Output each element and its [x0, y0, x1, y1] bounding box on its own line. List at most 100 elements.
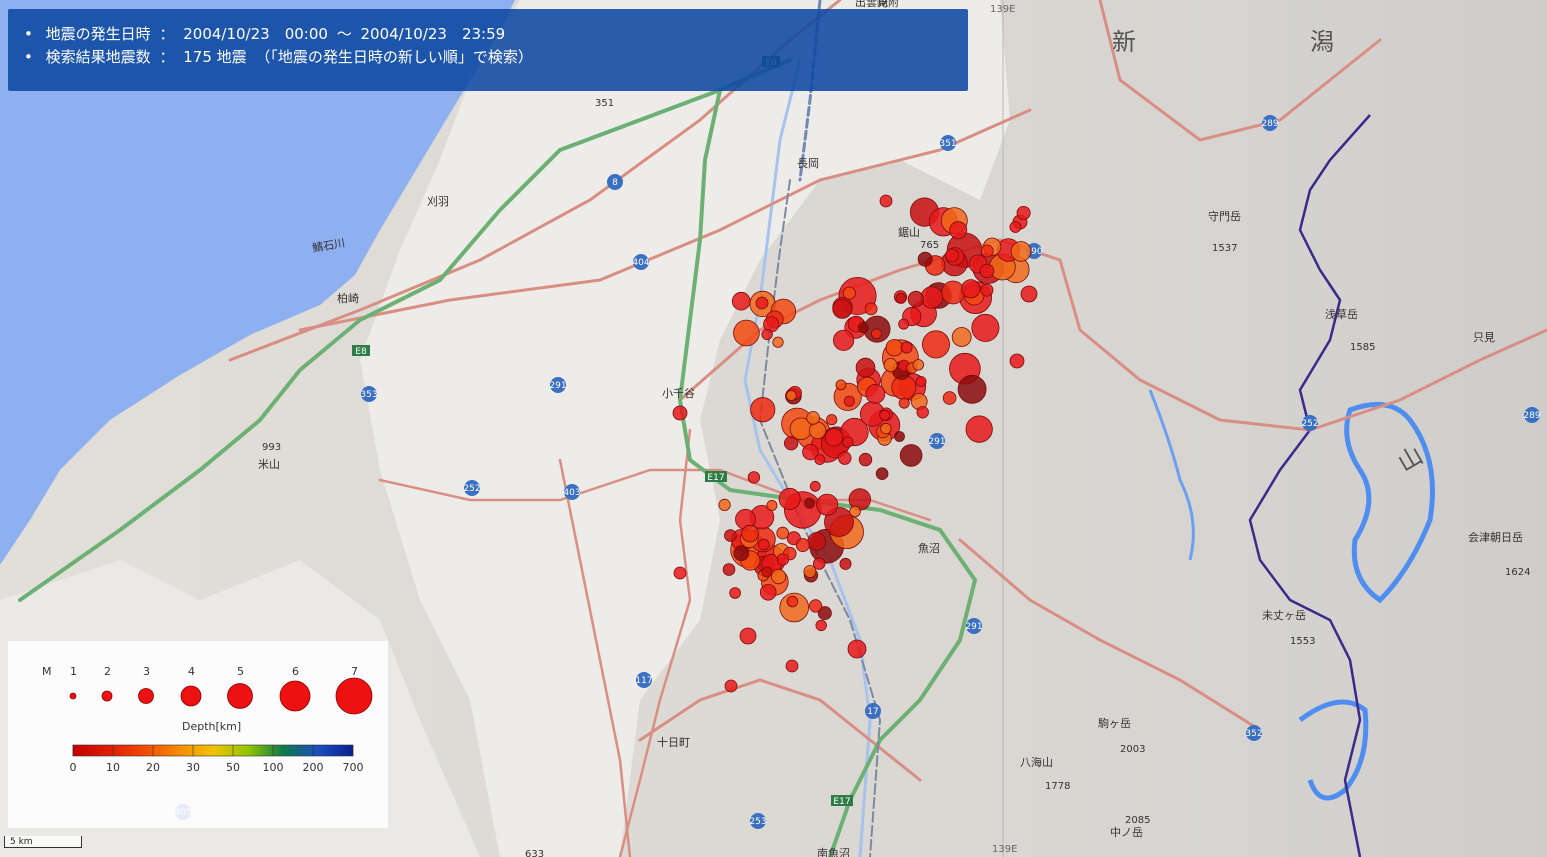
earthquake-marker[interactable]: [1009, 353, 1025, 369]
earthquake-marker[interactable]: [875, 467, 889, 481]
earthquake-marker[interactable]: [835, 379, 847, 391]
earthquake-marker[interactable]: [885, 339, 904, 357]
earthquake-marker[interactable]: [785, 390, 797, 401]
earthquake-marker[interactable]: [808, 421, 827, 440]
earthquake-marker[interactable]: [778, 487, 801, 510]
earthquake-marker[interactable]: [804, 497, 816, 509]
earthquake-marker[interactable]: [899, 444, 923, 467]
earthquake-marker[interactable]: [755, 296, 769, 310]
earthquake-marker[interactable]: [858, 452, 873, 467]
earthquake-marker[interactable]: [795, 538, 810, 553]
earthquake-marker[interactable]: [824, 428, 844, 447]
earthquake-marker[interactable]: [672, 405, 688, 421]
earthquake-marker[interactable]: [879, 194, 893, 208]
earthquake-marker[interactable]: [808, 599, 823, 613]
earthquake-marker[interactable]: [766, 499, 778, 511]
earthquake-marker[interactable]: [1009, 221, 1022, 233]
earthquake-marker[interactable]: [673, 566, 687, 580]
earthquake-marker[interactable]: [907, 290, 925, 308]
earthquake-marker[interactable]: [980, 283, 994, 297]
earthquake-marker[interactable]: [733, 545, 750, 562]
earthquake-marker[interactable]: [722, 563, 736, 576]
earthquake-marker[interactable]: [757, 538, 770, 551]
earthquake-marker[interactable]: [809, 480, 821, 492]
earthquake-marker[interactable]: [1016, 205, 1031, 220]
earthquake-marker[interactable]: [1020, 285, 1038, 303]
earthquake-marker[interactable]: [759, 583, 777, 601]
earthquake-marker[interactable]: [826, 414, 838, 426]
earthquake-marker[interactable]: [733, 319, 760, 347]
earthquake-marker[interactable]: [855, 357, 876, 378]
earthquake-marker[interactable]: [898, 318, 910, 330]
earthquake-marker[interactable]: [879, 409, 891, 421]
earthquake-marker[interactable]: [786, 595, 799, 608]
earthquake-marker[interactable]: [849, 505, 861, 518]
earthquake-marker[interactable]: [900, 341, 913, 354]
earthquake-marker[interactable]: [718, 498, 731, 511]
earthquake-marker[interactable]: [894, 431, 905, 442]
earthquake-marker[interactable]: [1010, 241, 1032, 262]
earthquake-marker[interactable]: [865, 383, 886, 404]
earthquake-marker[interactable]: [807, 532, 826, 551]
earthquake-marker[interactable]: [770, 568, 787, 585]
earthquake-marker[interactable]: [832, 298, 853, 319]
earthquake-marker[interactable]: [951, 327, 972, 347]
earthquake-marker[interactable]: [961, 279, 981, 299]
earthquake-marker[interactable]: [847, 639, 867, 659]
earthquake-marker[interactable]: [843, 395, 855, 407]
earthquake-marker[interactable]: [971, 313, 1000, 342]
earthquake-marker[interactable]: [731, 291, 751, 311]
earthquake-marker[interactable]: [942, 391, 957, 405]
earthquake-marker[interactable]: [776, 553, 790, 566]
colon: ：: [159, 25, 175, 43]
count-value: 175 地震: [183, 48, 247, 66]
earthquake-marker[interactable]: [842, 436, 854, 448]
earthquake-marker[interactable]: [724, 529, 737, 542]
earthquake-marker[interactable]: [880, 422, 892, 435]
earthquake-marker[interactable]: [864, 302, 878, 316]
earthquake-marker[interactable]: [741, 524, 759, 543]
earthquake-marker[interactable]: [898, 397, 910, 409]
earthquake-marker[interactable]: [871, 328, 882, 340]
earthquake-marker[interactable]: [980, 244, 994, 258]
earthquake-marker[interactable]: [883, 358, 898, 373]
earthquake-marker[interactable]: [776, 526, 789, 540]
earthquake-marker[interactable]: [916, 406, 929, 419]
earthquake-marker[interactable]: [761, 566, 773, 578]
earthquake-marker[interactable]: [915, 376, 927, 387]
earthquake-marker[interactable]: [803, 565, 817, 578]
earthquake-marker[interactable]: [832, 329, 855, 351]
earthquake-marker[interactable]: [747, 471, 761, 484]
earthquake-marker[interactable]: [806, 411, 820, 425]
earthquake-marker[interactable]: [784, 436, 799, 451]
earthquake-marker[interactable]: [922, 330, 951, 359]
earthquake-marker[interactable]: [838, 451, 852, 465]
earthquake-marker[interactable]: [785, 659, 799, 673]
earthquake-marker[interactable]: [912, 359, 925, 371]
earthquake-marker[interactable]: [979, 263, 995, 279]
earthquake-marker[interactable]: [813, 557, 826, 570]
earthquake-marker[interactable]: [957, 374, 987, 404]
earthquake-marker[interactable]: [842, 286, 856, 300]
earthquake-marker[interactable]: [895, 292, 907, 304]
earthquake-marker[interactable]: [945, 248, 959, 263]
earthquake-marker[interactable]: [816, 493, 839, 516]
earthquake-marker[interactable]: [750, 397, 776, 423]
earthquake-marker[interactable]: [815, 619, 827, 632]
earthquake-marker[interactable]: [724, 679, 738, 693]
earthquake-marker[interactable]: [965, 415, 993, 443]
legend-depth-label: Depth[km]: [182, 720, 241, 733]
earthquake-marker[interactable]: [949, 221, 968, 240]
earthquake-marker[interactable]: [772, 336, 784, 348]
earthquake-marker[interactable]: [920, 286, 944, 309]
earthquake-marker[interactable]: [761, 328, 773, 341]
earthquake-marker[interactable]: [729, 587, 741, 599]
city-kariwa: 刈羽: [427, 195, 449, 208]
earthquake-marker[interactable]: [857, 322, 869, 334]
earthquake-marker[interactable]: [917, 251, 933, 267]
earthquake-marker[interactable]: [941, 280, 965, 305]
earthquake-marker[interactable]: [839, 557, 852, 570]
count-note: （「地震の発生日時の新しい順」で検索）: [255, 48, 533, 66]
earthquake-marker[interactable]: [739, 627, 757, 645]
earthquake-marker[interactable]: [814, 454, 826, 466]
